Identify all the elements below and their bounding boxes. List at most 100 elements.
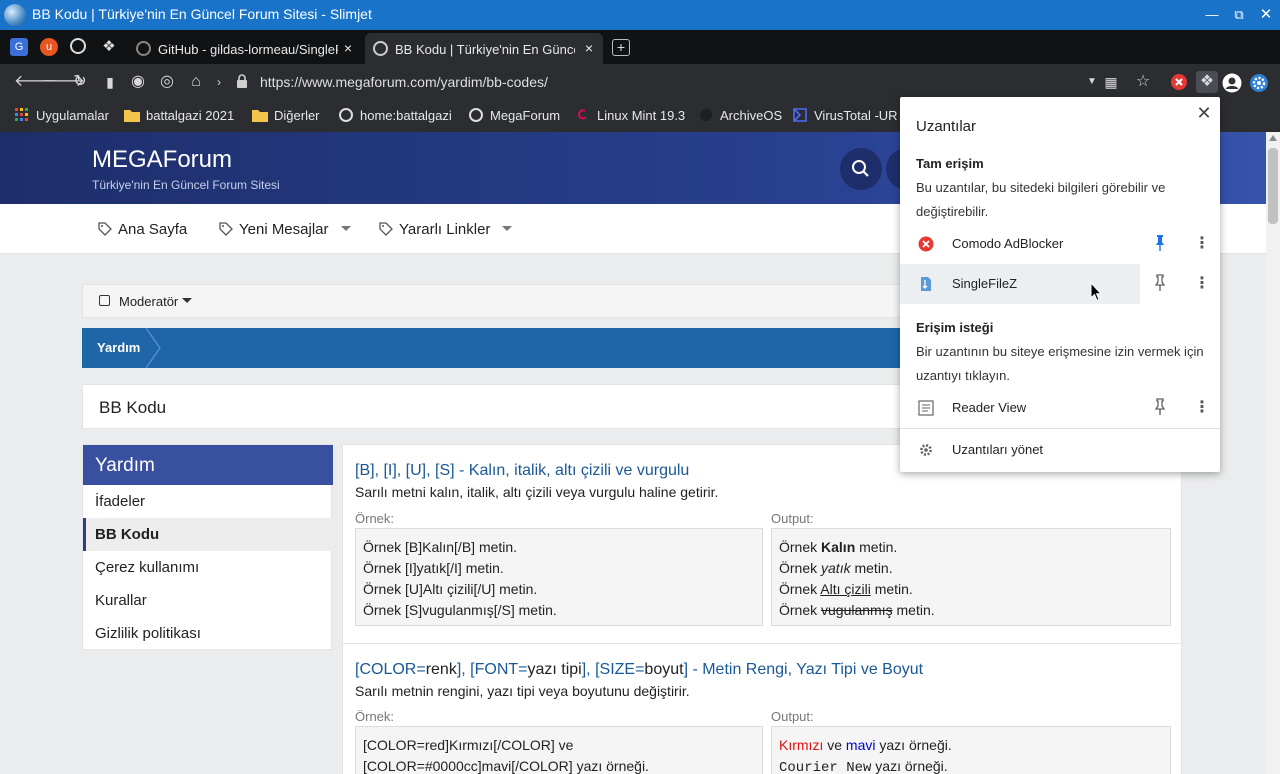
output-line: Kırmızı ve mavi yazı örneği. — [779, 737, 952, 753]
bookmark-apps[interactable]: Uygulamalar — [14, 108, 109, 123]
pinned-tab-ubuntu-icon[interactable]: u — [40, 38, 58, 56]
sidebar-item-cookies[interactable]: Çerez kullanımı — [83, 551, 333, 584]
pinned-tab-puzzle-icon[interactable]: ❖ — [100, 38, 118, 56]
search-button[interactable] — [840, 148, 882, 190]
chevron-down-icon[interactable] — [502, 226, 513, 231]
profile-avatar-icon[interactable] — [1222, 73, 1242, 93]
sidebar-item-ifadeler[interactable]: İfadeler — [83, 485, 333, 518]
bb-code-section: [B], [I], [U], [S] - Kalın, italik, altı… — [355, 462, 1171, 632]
bookmark-label: Uygulamalar — [36, 108, 109, 123]
tab-close-icon[interactable]: × — [340, 40, 356, 56]
example-line: [COLOR=#0000cc]mavi[/COLOR] yazı örneği. — [363, 758, 649, 774]
site-logo-text[interactable]: MEGAForum — [92, 146, 232, 174]
bookmark-archiveos[interactable]: ArchiveOS — [698, 108, 782, 123]
pinned-tab-translate-icon[interactable]: G — [10, 38, 28, 56]
extensions-puzzle-icon[interactable]: ❖ — [1196, 71, 1218, 93]
breadcrumb-item-help[interactable]: Yardım — [97, 340, 140, 355]
tag-icon — [379, 222, 393, 236]
extension-item-singlefilez[interactable]: SingleFileZ ⋮ — [900, 264, 1220, 304]
minimize-icon[interactable]: — — [1202, 5, 1222, 25]
bookmark-label: ArchiveOS — [720, 108, 783, 123]
nav-home[interactable]: Ana Sayfa — [98, 221, 187, 238]
scroll-up-arrow-icon[interactable] — [1269, 135, 1277, 141]
example-line: Örnek [S]vugulanmış[/S] metin. — [363, 602, 557, 618]
extension-name: Reader View — [952, 400, 1027, 415]
chevron-right-icon[interactable]: › — [210, 73, 228, 91]
apps-grid-icon — [15, 108, 28, 121]
pin-icon[interactable] — [1154, 398, 1166, 416]
bookmark-linux-mint[interactable]: Linux Mint 19.3 — [575, 108, 685, 123]
extension-badge-icon[interactable]: ◉ — [129, 73, 147, 91]
full-access-description: Bu uzantılar, bu sitedeki bilgileri göre… — [916, 180, 1166, 219]
settings-gear-icon[interactable] — [1249, 73, 1268, 92]
nav-useful-links[interactable]: Yararlı Linkler — [379, 221, 513, 238]
url-text[interactable]: https://www.megaforum.com/yardim/bb-code… — [260, 74, 548, 90]
output-line: Örnek yatık metin. — [779, 560, 893, 576]
page-scrollbar[interactable] — [1266, 132, 1280, 774]
output-line: Örnek Altı çizili metin. — [779, 581, 913, 597]
nav-new-posts[interactable]: Yeni Mesajlar — [219, 221, 351, 238]
extensions-popup: Uzantılar ✕ Tam erişim Bu uzantılar, bu … — [900, 97, 1220, 472]
bb-code-list: [B], [I], [U], [S] - Kalın, italik, altı… — [342, 444, 1183, 774]
section-description: Sarılı metnin rengini, yazı tipi veya bo… — [355, 683, 690, 699]
tag-icon — [98, 222, 112, 236]
access-request-heading: Erişim isteği — [916, 320, 994, 335]
sidebar-item-bb-kodu[interactable]: BB Kodu — [83, 518, 333, 551]
extension-item-reader-view[interactable]: Reader View ⋮ — [900, 388, 1220, 428]
pin-icon[interactable] — [1154, 234, 1166, 252]
qr-code-icon[interactable]: ▦ — [1102, 73, 1120, 91]
moderator-menu[interactable]: Moderatör — [119, 294, 193, 309]
example-label: Örnek: — [355, 511, 395, 526]
restore-icon[interactable]: ⧉ — [1229, 5, 1249, 25]
browser-toolbar: 🡐 🡒 ↻ ▮ ◉ ◎ ⌂ › https://www.megaforum.co… — [0, 64, 1280, 100]
star-icon[interactable]: ☆ — [1134, 73, 1152, 91]
close-icon[interactable]: ✕ — [1194, 103, 1214, 123]
bookmark-folder-digerler[interactable]: Diğerler — [252, 108, 320, 123]
help-sidebar: Yardım İfadeler BB Kodu Çerez kullanımı … — [82, 444, 333, 650]
new-tab-button[interactable]: + — [612, 39, 630, 56]
address-bar[interactable]: https://www.megaforum.com/yardim/bb-code… — [228, 68, 1158, 96]
extension-item-comodo[interactable]: Comodo AdBlocker ⋮ — [900, 224, 1220, 264]
compass-icon[interactable]: ◎ — [158, 73, 176, 91]
example-line: Örnek [I]yatık[/I] metin. — [363, 560, 504, 576]
bookmark-megaforum[interactable]: MegaForum — [468, 108, 560, 123]
bookmark-label: VirusTotal -UR — [814, 108, 898, 123]
nav-label: Ana Sayfa — [118, 221, 188, 238]
more-options-icon[interactable]: ⋮ — [1194, 234, 1210, 254]
close-window-icon[interactable]: ✕ — [1256, 5, 1276, 25]
sidebar-item-privacy[interactable]: Gizlilik politikası — [83, 617, 333, 650]
checkbox-icon — [99, 295, 110, 306]
output-line: Örnek Kalın metin. — [779, 539, 898, 555]
dropdown-icon[interactable]: ▼ — [1083, 73, 1101, 91]
tab-github[interactable]: GitHub - gildas-lormeau/SingleFile × — [128, 33, 362, 64]
tab-close-icon[interactable]: × — [581, 40, 597, 56]
forward-icon[interactable]: 🡒 — [42, 73, 85, 91]
back-icon[interactable]: 🡐 — [14, 73, 57, 91]
bookmark-label: Linux Mint 19.3 — [597, 108, 686, 123]
tag-icon — [219, 222, 233, 236]
tab-bb-kodu[interactable]: BB Kodu | Türkiye'nin En Güncel × — [365, 33, 603, 64]
chevron-down-icon[interactable] — [340, 226, 351, 231]
more-options-icon[interactable]: ⋮ — [1194, 274, 1210, 294]
reload-icon[interactable]: ↻ — [71, 73, 89, 91]
pinned-tab-globe-icon[interactable] — [70, 38, 86, 54]
bookmark-virustotal[interactable]: VirusTotal -UR — [792, 108, 898, 123]
bookmark-manager-icon[interactable]: ▮ — [101, 73, 119, 91]
bookmark-home-battalgazi[interactable]: home:battalgazi — [338, 108, 452, 123]
comodo-adblocker-toolbar-icon[interactable] — [1170, 73, 1188, 91]
bookmark-label: home:battalgazi — [360, 108, 452, 123]
manage-extensions-label: Uzantıları yönet — [952, 442, 1044, 457]
page-title: BB Kodu — [99, 398, 167, 417]
manage-extensions-item[interactable]: Uzantıları yönet — [900, 430, 1220, 470]
github-icon — [136, 41, 151, 56]
scrollbar-thumb[interactable] — [1268, 148, 1278, 224]
example-box: [COLOR=red]Kırmızı[/COLOR] ve [COLOR=#00… — [355, 726, 763, 774]
bookmark-folder-battalgazi[interactable]: battalgazi 2021 — [124, 108, 234, 123]
more-options-icon[interactable]: ⋮ — [1194, 398, 1210, 418]
example-box: Örnek [B]Kalın[/B] metin. Örnek [I]yatık… — [355, 528, 763, 626]
home-icon[interactable]: ⌂ — [187, 73, 205, 91]
pin-icon[interactable] — [1154, 274, 1166, 292]
sidebar-item-rules[interactable]: Kurallar — [83, 584, 333, 617]
gear-icon — [920, 444, 932, 456]
globe-icon — [373, 41, 388, 56]
